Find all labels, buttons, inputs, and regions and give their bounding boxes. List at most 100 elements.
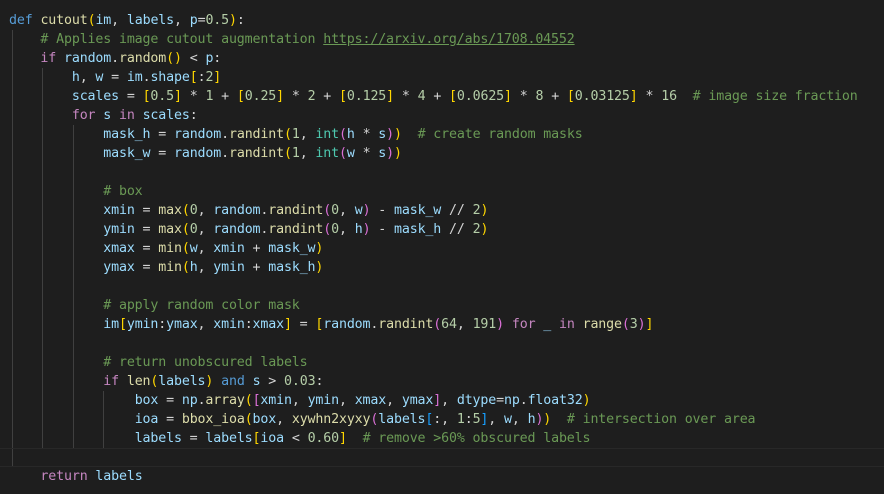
variable-token: mask_h <box>268 260 316 275</box>
variable-token: random <box>173 127 222 142</box>
indent-guide <box>42 315 44 334</box>
builtin-token: int <box>315 127 339 142</box>
code-line[interactable]: h, w = im.shape[:2] <box>0 68 884 87</box>
variable-token: w <box>189 241 198 256</box>
bracket-token: ] <box>213 70 222 85</box>
operator-token <box>575 317 583 332</box>
variable-token: p <box>189 13 198 28</box>
indent-guide <box>42 410 44 429</box>
operator-token <box>9 146 103 161</box>
function-token: min <box>158 241 182 256</box>
code-editor[interactable]: def cutout(im, labels, p=0.5): # Applies… <box>0 0 884 494</box>
operator-token: // <box>441 222 473 237</box>
function-token: len <box>126 374 151 389</box>
variable-token: ymin <box>213 260 245 275</box>
code-line[interactable]: labels = labels[ioa < 0.60] # remove >60… <box>0 429 884 448</box>
operator-token: * <box>637 89 662 104</box>
code-line[interactable] <box>0 163 884 182</box>
code-line[interactable] <box>0 334 884 353</box>
code-line[interactable] <box>0 277 884 296</box>
control-keyword-token: for <box>71 108 96 123</box>
bracket-token: ( <box>181 260 190 275</box>
code-line[interactable]: def cutout(im, labels, p=0.5): <box>0 11 884 30</box>
operator-token <box>119 374 127 389</box>
variable-token: labels <box>126 13 175 28</box>
code-line[interactable]: ymin = max(0, random.randint(0, h) - mas… <box>0 220 884 239</box>
indent-guide <box>42 277 44 296</box>
code-line[interactable]: box = np.array([xmin, ymin, xmax, ymax],… <box>0 391 884 410</box>
control-keyword-token: in <box>119 108 135 123</box>
variable-token: box <box>134 393 159 408</box>
variable-token: labels <box>134 431 182 446</box>
number-token: 0 <box>189 203 198 218</box>
operator-token <box>9 260 103 275</box>
bracket-token: ) <box>315 260 324 275</box>
operator-token <box>135 108 143 123</box>
function-token: cutout <box>40 13 88 28</box>
code-line[interactable]: if random.random() < p: <box>0 49 884 68</box>
code-line[interactable]: im[ymin:ymax, xmin:xmax] = [random.randi… <box>0 315 884 334</box>
code-line[interactable]: mask_w = random.randint(1, int(w * s)) <box>0 144 884 163</box>
variable-token: random <box>173 146 222 161</box>
variable-token: ioa <box>134 412 159 427</box>
variable-token: w <box>504 412 512 427</box>
code-line[interactable]: ymax = min(h, ymin + mask_h) <box>0 258 884 277</box>
bracket-token: ) <box>480 203 489 218</box>
function-token: random <box>119 51 167 66</box>
indent-guide <box>103 391 105 410</box>
code-line[interactable]: # Applies image cutout augmentation http… <box>0 30 884 49</box>
code-line[interactable]: mask_h = random.randint(1, int(h * s)) #… <box>0 125 884 144</box>
code-line[interactable]: xmin = max(0, random.randint(0, w) - mas… <box>0 201 884 220</box>
bracket-token: ] <box>338 431 347 446</box>
bracket-token: ) <box>386 127 395 142</box>
indent-guide <box>12 353 13 372</box>
code-line[interactable]: # box <box>0 182 884 201</box>
operator-token: . <box>519 393 528 408</box>
operator-token: * <box>511 89 536 104</box>
number-token: 1 <box>291 146 300 161</box>
operator-token: + <box>315 89 340 104</box>
code-line[interactable]: for s in scales: <box>0 106 884 125</box>
operator-token: + <box>213 89 237 104</box>
operator-token: = <box>118 89 143 104</box>
bracket-token: ( <box>339 146 347 161</box>
bracket-token: ( <box>181 222 190 237</box>
code-line[interactable]: if len(labels) and s > 0.03: <box>0 372 884 391</box>
code-line[interactable]: # apply random color mask <box>0 296 884 315</box>
code-line[interactable]: ioa = bbox_ioa(box, xywhn2xyxy(labels[:,… <box>0 410 884 429</box>
indent-guide <box>42 334 44 353</box>
bracket-token: ) <box>386 146 395 161</box>
bracket-token: ) <box>394 146 402 161</box>
operator-token: , <box>441 393 457 408</box>
indent-guide <box>12 106 13 125</box>
variable-token: w <box>354 203 363 218</box>
bracket-token: ( <box>323 222 332 237</box>
operator-token: = <box>291 317 316 332</box>
bracket-token: [ <box>339 89 347 104</box>
indent-guide <box>72 315 74 334</box>
code-line[interactable]: scales = [0.5] * 1 + [0.25] * 2 + [0.125… <box>0 87 884 106</box>
number-token: 0 <box>331 203 339 218</box>
variable-token: mask_h <box>394 222 442 237</box>
code-line[interactable]: xmax = min(w, xmin + mask_w) <box>0 239 884 258</box>
indent-guide <box>103 410 105 429</box>
indent-guide <box>72 239 74 258</box>
variable-token: box <box>252 412 277 427</box>
variable-token: xmax <box>103 241 135 256</box>
bracket-token: ( <box>323 203 332 218</box>
code-line[interactable]: # return unobscured labels <box>0 353 884 372</box>
link-token[interactable]: https://arxiv.org/abs/1708.04552 <box>323 32 575 47</box>
operator-token: . <box>221 146 229 161</box>
indent-guide <box>72 372 74 391</box>
current-code-line[interactable] <box>0 448 884 467</box>
variable-token: xmax <box>354 393 387 408</box>
code-line[interactable]: return labels <box>0 467 884 486</box>
operator-token: , <box>299 127 316 142</box>
variable-token: float32 <box>527 393 583 408</box>
operator-token: , <box>197 222 214 237</box>
indent-guide <box>42 125 44 144</box>
indent-guide <box>12 410 13 429</box>
indent-guide <box>42 87 44 106</box>
number-token: 16 <box>661 89 677 104</box>
variable-token: ymin <box>307 393 340 408</box>
